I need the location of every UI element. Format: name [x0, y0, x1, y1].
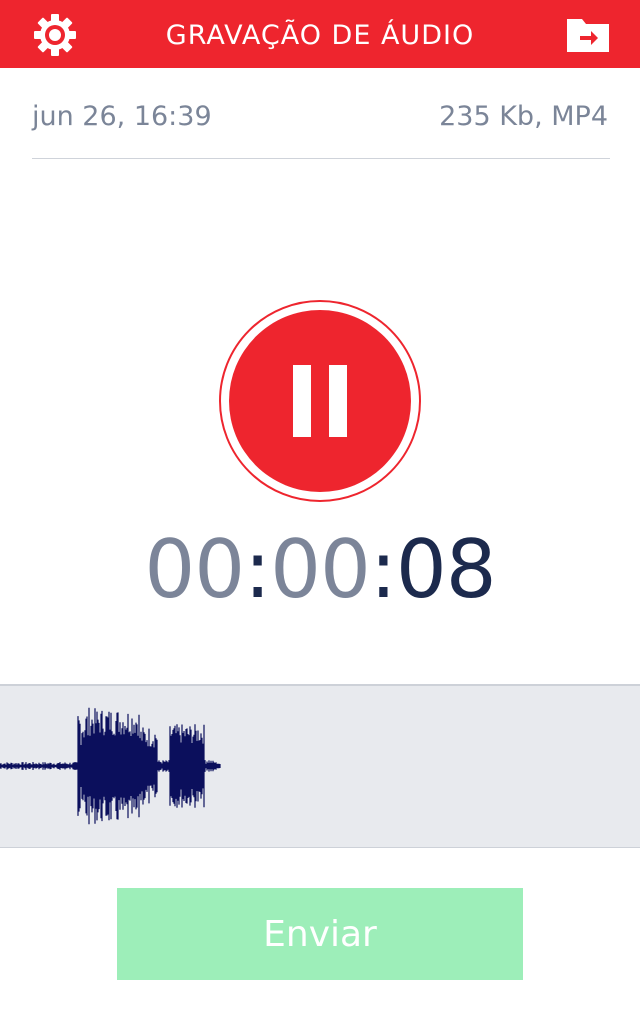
recording-info: jun 26, 16:39 235 Kb, MP4: [32, 92, 608, 142]
open-folder-button[interactable]: [564, 12, 612, 58]
timer-separator: :: [369, 523, 397, 616]
audio-waveform: [0, 707, 221, 825]
recording-timer: 00:00:08: [0, 520, 640, 620]
audio-recorder-screen: GRAVAÇÃO DE ÁUDIO jun 26, 16:39 235 Kb, …: [0, 0, 640, 1018]
waveform-panel: [0, 684, 640, 848]
pause-icon: [229, 310, 411, 492]
recording-date: jun 26, 16:39: [32, 101, 212, 132]
divider: [32, 158, 610, 159]
timer-separator: :: [244, 523, 271, 616]
pause-button[interactable]: [219, 300, 421, 502]
file-info: 235 Kb, MP4: [439, 101, 608, 132]
waveform-trace: [0, 707, 221, 825]
timer-hours: 00: [144, 523, 245, 616]
timer-seconds: 08: [395, 523, 497, 616]
send-button[interactable]: Enviar: [117, 888, 523, 980]
timer-minutes: 00: [270, 523, 371, 616]
page-title: GRAVAÇÃO DE ÁUDIO: [165, 20, 475, 51]
app-header: GRAVAÇÃO DE ÁUDIO: [0, 0, 640, 68]
folder-export-icon: [567, 19, 609, 52]
